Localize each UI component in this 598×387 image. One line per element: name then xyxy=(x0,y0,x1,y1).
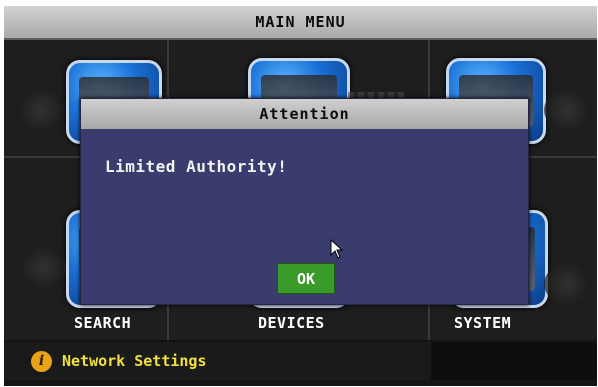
status-bar: i Network Settings xyxy=(4,342,431,380)
status-text: Network Settings xyxy=(62,352,207,370)
mouse-cursor-icon xyxy=(330,239,344,259)
ok-button[interactable]: OK xyxy=(277,263,335,294)
reel-decoration xyxy=(20,248,66,288)
dvr-screen: MAIN MENU SEARCH DEVICES SYSTEM i Networ… xyxy=(4,6,597,386)
devices-tile-label[interactable]: DEVICES xyxy=(258,314,325,332)
search-tile-label[interactable]: SEARCH xyxy=(74,314,131,332)
reel-decoration xyxy=(544,264,590,304)
info-icon: i xyxy=(31,350,52,372)
dialog-title: Attention xyxy=(259,105,350,123)
main-menu-title-bar: MAIN MENU xyxy=(4,6,597,40)
reel-decoration xyxy=(544,90,590,130)
dialog-header: Attention xyxy=(81,99,528,129)
system-tile-label[interactable]: SYSTEM xyxy=(454,314,511,332)
attention-dialog: Attention Limited Authority! OK xyxy=(80,98,529,305)
main-menu-title: MAIN MENU xyxy=(255,13,346,31)
status-bar-filler xyxy=(431,342,597,380)
dialog-message: Limited Authority! xyxy=(105,157,288,176)
reel-decoration xyxy=(18,90,64,130)
